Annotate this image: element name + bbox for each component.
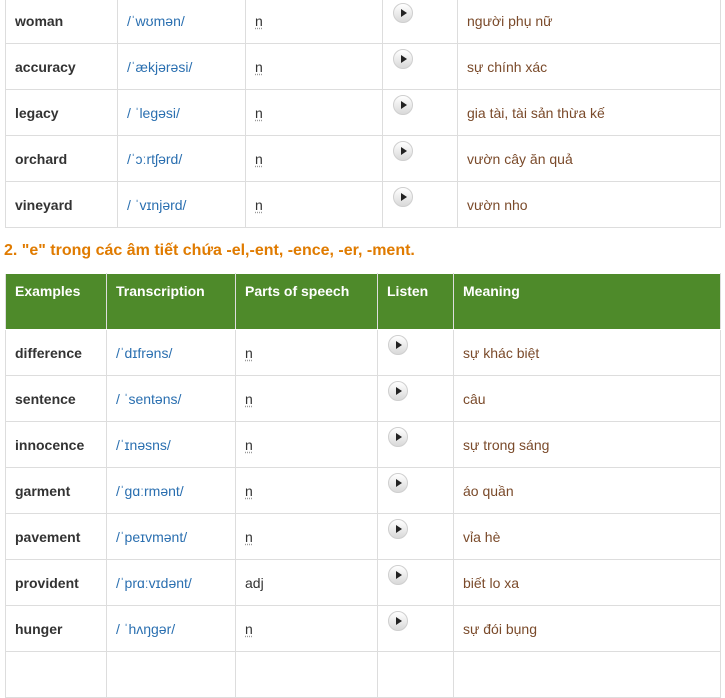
meaning: gia tài, tài sản thừa kế [458,90,721,136]
example-word: provident [6,560,107,606]
transcription: /ˈɡɑːrmənt/ [107,468,236,514]
example-word: accuracy [6,44,118,90]
table-row: woman /ˈwʊmən/ n người phụ nữ [6,0,721,44]
part-of-speech: n [245,437,253,453]
transcription: / ˈvɪnjərd/ [118,182,246,228]
table-row: innocence /ˈɪnəsns/ n sự trong sáng [6,422,721,468]
header-parts-of-speech: Parts of speech [236,274,378,330]
play-button-icon[interactable] [393,3,413,23]
play-button-icon[interactable] [393,187,413,207]
header-listen: Listen [378,274,454,330]
transcription: /ˈɔːrtʃərd/ [118,136,246,182]
example-word: difference [6,330,107,376]
meaning: sự trong sáng [454,422,721,468]
meaning: sự chính xác [458,44,721,90]
part-of-speech: n [245,391,253,407]
table-row: orchard /ˈɔːrtʃərd/ n vườn cây ăn quả [6,136,721,182]
play-button-icon[interactable] [393,95,413,115]
table-row: provident /ˈprɑːvɪdənt/ adj biết lo xa [6,560,721,606]
meaning: sự khác biệt [454,330,721,376]
example-word: vineyard [6,182,118,228]
meaning: sự đói bụng [454,606,721,652]
part-of-speech: adj [245,575,264,591]
table-row: difference /ˈdɪfrəns/ n sự khác biệt [6,330,721,376]
transcription: /ˈɪnəsns/ [107,422,236,468]
header-examples: Examples [6,274,107,330]
table-row: accuracy /ˈækjərəsi/ n sự chính xác [6,44,721,90]
part-of-speech: n [245,621,253,637]
play-button-icon[interactable] [388,611,408,631]
transcription: /ˈpeɪvmənt/ [107,514,236,560]
table-header-row: Examples Transcription Parts of speech L… [6,274,721,330]
play-button-icon[interactable] [393,49,413,69]
table-row: sentence / ˈsentəns/ n câu [6,376,721,422]
section-heading: 2. "e" trong các âm tiết chứa -el,-ent, … [4,242,415,260]
example-word: pavement [6,514,107,560]
play-button-icon[interactable] [388,335,408,355]
transcription: / ˈlegəsi/ [118,90,246,136]
example-word: legacy [6,90,118,136]
transcription: /ˈprɑːvɪdənt/ [107,560,236,606]
meaning: áo quần [454,468,721,514]
transcription: /ˈwʊmən/ [118,0,246,44]
vocab-table-2: Examples Transcription Parts of speech L… [5,273,721,698]
table-row: garment /ˈɡɑːrmənt/ n áo quần [6,468,721,514]
example-word: orchard [6,136,118,182]
table-row: legacy / ˈlegəsi/ n gia tài, tài sản thừ… [6,90,721,136]
part-of-speech: n [255,197,263,213]
part-of-speech: n [245,529,253,545]
play-button-icon[interactable] [388,427,408,447]
example-word: sentence [6,376,107,422]
part-of-speech: n [245,345,253,361]
meaning: vỉa hè [454,514,721,560]
part-of-speech: n [255,59,263,75]
table-row: vineyard / ˈvɪnjərd/ n vườn nho [6,182,721,228]
header-meaning: Meaning [454,274,721,330]
meaning: vườn nho [458,182,721,228]
part-of-speech: n [255,151,263,167]
meaning: câu [454,376,721,422]
transcription: /ˈækjərəsi/ [118,44,246,90]
part-of-speech: n [245,483,253,499]
meaning: biết lo xa [454,560,721,606]
play-button-icon[interactable] [388,565,408,585]
example-word: hunger [6,606,107,652]
play-button-icon[interactable] [388,381,408,401]
transcription: / ˈhʌŋɡər/ [107,606,236,652]
meaning: vườn cây ăn quả [458,136,721,182]
part-of-speech: n [255,13,263,29]
play-button-icon[interactable] [388,519,408,539]
example-word: woman [6,0,118,44]
transcription: /ˈdɪfrəns/ [107,330,236,376]
meaning: người phụ nữ [458,0,721,44]
part-of-speech: n [255,105,263,121]
table-row [6,652,721,698]
vocab-table-1: woman /ˈwʊmən/ n người phụ nữ accuracy /… [5,0,721,228]
example-word: innocence [6,422,107,468]
transcription: / ˈsentəns/ [107,376,236,422]
play-button-icon[interactable] [393,141,413,161]
table-row: pavement /ˈpeɪvmənt/ n vỉa hè [6,514,721,560]
play-button-icon[interactable] [388,473,408,493]
example-word: garment [6,468,107,514]
header-transcription: Transcription [107,274,236,330]
table-row: hunger / ˈhʌŋɡər/ n sự đói bụng [6,606,721,652]
